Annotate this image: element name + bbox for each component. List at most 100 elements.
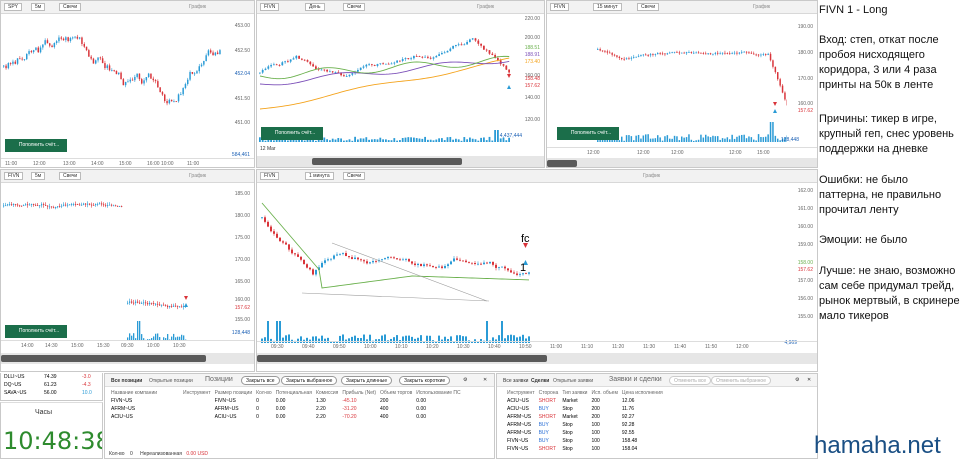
- column-header[interactable]: Инструмент: [181, 389, 213, 397]
- chart-type-select[interactable]: Свечи: [343, 3, 365, 11]
- table-row[interactable]: FIVN~USSHORTStop100158.04: [505, 445, 665, 453]
- column-header[interactable]: Исп. объем: [589, 389, 619, 397]
- close-selected-button[interactable]: Закрыть выбранное: [281, 376, 337, 385]
- symbol-field[interactable]: FIVN: [4, 172, 23, 180]
- cancel-all-button[interactable]: Отменить все: [669, 376, 711, 385]
- deposit-button[interactable]: Пополнить счёт...: [5, 325, 67, 338]
- candle: [419, 56, 421, 57]
- tab-trades[interactable]: Сделки: [531, 378, 549, 384]
- watchlist-row[interactable]: DQ~US 61.23 -4.3: [4, 382, 99, 388]
- orders-panel[interactable]: Все заявки Сделки Открытые заявки Заявки…: [496, 373, 818, 459]
- deposit-button[interactable]: Пополнить счёт...: [557, 127, 619, 140]
- candle: [219, 50, 221, 54]
- close-short-button[interactable]: Закрыть короткие: [399, 376, 450, 385]
- column-header[interactable]: Кол-во: [254, 389, 274, 397]
- time-axis[interactable]: 14:00 14:30 15:00 15:30 09:30 10:00 10:3…: [1, 340, 254, 349]
- price-plot[interactable]: [547, 14, 787, 144]
- price-axis[interactable]: 162.00 161.00 160.00 159.00 158.00 157.6…: [787, 183, 817, 339]
- column-header[interactable]: Размер позиции: [213, 389, 255, 397]
- positions-table[interactable]: Название компании Инструмент Размер пози…: [109, 389, 463, 421]
- column-header[interactable]: Использование ПС: [414, 389, 462, 397]
- chart-panel-fivn-daily[interactable]: FIVN День Свечи График 220.00 200.00 160…: [256, 0, 545, 168]
- close-all-button[interactable]: Закрыть все: [241, 376, 280, 385]
- horizontal-scrollbar[interactable]: [547, 158, 817, 168]
- interval-select[interactable]: 5м: [31, 172, 45, 180]
- tab-all-positions[interactable]: Все позиции: [111, 378, 142, 384]
- settings-icon[interactable]: ⚙: [795, 377, 799, 383]
- table-row[interactable]: FIVN~USFIVN~US00.001.30-45.102000.00: [109, 397, 463, 405]
- orders-table[interactable]: Инструмент Сторона Тип заявки Исп. объем…: [505, 389, 665, 453]
- price-axis[interactable]: 185.00 180.00 175.00 170.00 165.00 160.0…: [224, 183, 254, 339]
- chart-panel-fivn-5m[interactable]: FIVN 5м Свечи График 185.00 180.00 175.0…: [0, 169, 255, 372]
- volume-bar: [741, 135, 743, 142]
- close-icon[interactable]: ✕: [483, 377, 487, 383]
- time-axis[interactable]: 11:00 12:00 13:00 14:00 15:00 16:00 10:0…: [1, 158, 254, 167]
- symbol-field[interactable]: FIVN: [260, 3, 279, 11]
- candle: [102, 58, 104, 63]
- volume-bar: [139, 321, 140, 341]
- symbol-field[interactable]: SPY: [4, 3, 22, 11]
- watchlist-row[interactable]: DLLI~US 74.39 -3.0: [4, 374, 99, 380]
- table-row[interactable]: ACIU~USBUYStop20011.76: [505, 405, 665, 413]
- interval-select[interactable]: 15 минут: [593, 3, 622, 11]
- column-header[interactable]: Прибыль (Net): [340, 389, 378, 397]
- table-row[interactable]: FIVN~USBUYStop100158.48: [505, 437, 665, 445]
- column-header[interactable]: Сторона: [537, 389, 561, 397]
- chart-type-select[interactable]: Свечи: [59, 3, 81, 11]
- candle: [145, 302, 146, 303]
- table-row[interactable]: AFRM~USBUYStop10092.28: [505, 421, 665, 429]
- volume-bar: [645, 134, 647, 142]
- positions-panel[interactable]: Все позиции Открытые позиции Позиции Зак…: [104, 373, 495, 459]
- column-header[interactable]: Потенциальная: [274, 389, 314, 397]
- horizontal-scrollbar[interactable]: [257, 156, 544, 167]
- time-axis[interactable]: 12:00 12:00 12:00 12:00 15:00: [547, 147, 817, 156]
- candle: [3, 206, 4, 207]
- price-plot[interactable]: [1, 14, 226, 139]
- column-header[interactable]: Комиссия: [314, 389, 340, 397]
- candle: [770, 54, 772, 60]
- horizontal-scrollbar[interactable]: [257, 353, 817, 364]
- chart-type-select[interactable]: Свечи: [343, 172, 365, 180]
- table-header: Инструмент Сторона Тип заявки Исп. объем…: [505, 389, 665, 397]
- chart-panel-spy[interactable]: SPY 5м Свечи График 453.00 452.50 452.04…: [0, 0, 255, 168]
- symbol-field[interactable]: FIVN: [260, 172, 279, 180]
- interval-select[interactable]: 1 минута: [305, 172, 334, 180]
- symbol-field[interactable]: FIVN: [550, 3, 569, 11]
- chart-panel-fivn-1m[interactable]: FIVN 1 минута Свечи График fc 1 162.00 1…: [256, 169, 818, 372]
- deposit-button[interactable]: Пополнить счёт...: [261, 127, 323, 140]
- tab-open-orders[interactable]: Открытые заявки: [553, 378, 593, 384]
- table-row[interactable]: ACIU~USACIU~US00.002.20-70.204000.00: [109, 413, 463, 421]
- close-long-button[interactable]: Закрыть длинные: [341, 376, 392, 385]
- volume-bar: [267, 321, 269, 343]
- horizontal-scrollbar[interactable]: [1, 353, 254, 364]
- table-row[interactable]: AFRM~USBUYStop10092.55: [505, 429, 665, 437]
- table-row[interactable]: AFRM~USSHORTMarket20092.27: [505, 413, 665, 421]
- price-axis[interactable]: 453.00 452.50 452.04 451.50 451.00: [224, 14, 254, 157]
- interval-select[interactable]: 5м: [31, 3, 45, 11]
- candle: [775, 67, 777, 72]
- price-plot[interactable]: [1, 183, 226, 343]
- volume-bar: [674, 136, 676, 142]
- deposit-button[interactable]: Пополнить счёт...: [5, 139, 67, 152]
- tab-open-positions[interactable]: Открытые позиции: [149, 378, 193, 384]
- chart-type-select[interactable]: Свечи: [637, 3, 659, 11]
- table-row[interactable]: AFRM~USAFRM~US00.002.20-31.204000.00: [109, 405, 463, 413]
- column-header[interactable]: Тип заявки: [560, 389, 589, 397]
- tab-all-orders[interactable]: Все заявки: [503, 378, 528, 384]
- column-header[interactable]: Цена исполнения: [620, 389, 665, 397]
- watchlist-row[interactable]: SAVA~US 56.00 10.0: [4, 390, 99, 396]
- price-axis[interactable]: 190.00 180.00 170.00 160.00 157.62: [787, 14, 817, 157]
- table-row[interactable]: ACIU~USSHORTMarket20012.06: [505, 397, 665, 405]
- close-icon[interactable]: ✕: [807, 377, 811, 383]
- settings-icon[interactable]: ⚙: [463, 377, 467, 383]
- chart-panel-fivn-15m[interactable]: FIVN 15 минут Свечи График 190.00 180.00…: [546, 0, 818, 168]
- watchlist-panel[interactable]: DLLI~US 74.39 -3.0 DQ~US 61.23 -4.3 SAVA…: [0, 373, 103, 401]
- time-axis[interactable]: 09:3009:4009:5010:0010:1010:2010:3010:40…: [257, 341, 817, 350]
- interval-select[interactable]: День: [305, 3, 325, 11]
- cancel-selected-button[interactable]: Отменить выбранное: [711, 376, 771, 385]
- column-header[interactable]: Название компании: [109, 389, 181, 397]
- column-header[interactable]: Инструмент: [505, 389, 537, 397]
- column-header[interactable]: Объем торгов: [378, 389, 414, 397]
- chart-type-select[interactable]: Свечи: [59, 172, 81, 180]
- price-plot[interactable]: [257, 14, 519, 144]
